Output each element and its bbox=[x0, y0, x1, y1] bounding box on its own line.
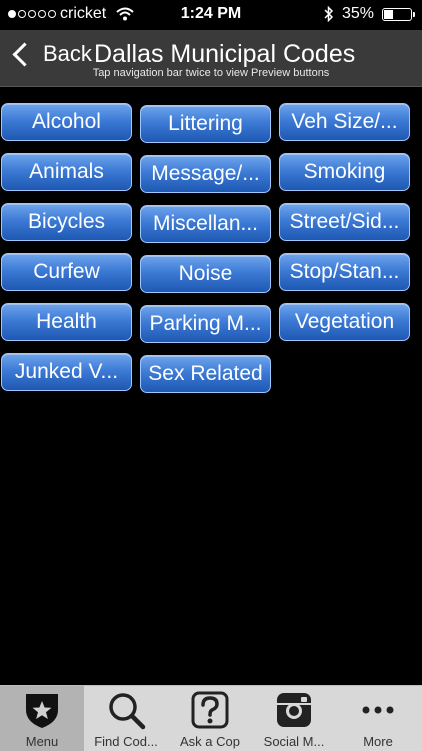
back-label: Back bbox=[43, 41, 92, 66]
category-button[interactable]: Smoking bbox=[279, 153, 410, 191]
status-right: 35% bbox=[324, 5, 415, 23]
tab-label: Social M... bbox=[263, 734, 325, 749]
tab-label: Ask a Cop bbox=[180, 734, 240, 749]
tab-menu[interactable]: Menu bbox=[0, 686, 84, 751]
instagram-icon bbox=[277, 693, 311, 727]
category-button[interactable]: Message/... bbox=[140, 155, 271, 193]
category-button[interactable]: Stop/Stan... bbox=[279, 253, 410, 291]
category-button[interactable]: Littering bbox=[140, 105, 271, 143]
category-button[interactable]: Bicycles bbox=[1, 203, 132, 241]
battery-icon bbox=[382, 7, 415, 21]
category-button[interactable]: Street/Sid... bbox=[279, 203, 410, 241]
category-button[interactable]: Noise bbox=[140, 255, 271, 293]
category-button[interactable]: Vegetation bbox=[279, 303, 410, 341]
tab-label: Menu bbox=[25, 734, 59, 749]
status-bar: cricket 1:24 PM 35% bbox=[0, 0, 422, 30]
nav-hint: Tap navigation bar twice to view Preview… bbox=[92, 67, 330, 79]
tab-label: More bbox=[363, 734, 393, 749]
magnifier-icon bbox=[109, 693, 146, 730]
category-button[interactable]: Alcohol bbox=[1, 103, 132, 141]
category-button[interactable]: Animals bbox=[1, 153, 132, 191]
tab-label: Find Cod... bbox=[94, 734, 158, 749]
bluetooth-icon bbox=[324, 6, 334, 22]
shield-star-icon bbox=[26, 694, 58, 728]
tab-find-codes[interactable]: Find Cod... bbox=[84, 686, 168, 751]
chevron-left-icon bbox=[12, 41, 37, 67]
page-title: Dallas Municipal Codes bbox=[94, 40, 356, 68]
navigation-bar[interactable]: Back Dallas Municipal Codes Tap navigati… bbox=[0, 30, 422, 87]
battery-percent: 35% bbox=[341, 5, 374, 22]
tab-social-media[interactable]: Social M... bbox=[252, 686, 336, 751]
question-icon bbox=[191, 691, 229, 729]
category-button[interactable]: Veh Size/... bbox=[279, 103, 410, 141]
tab-more[interactable]: More bbox=[336, 686, 420, 751]
category-button[interactable]: Curfew bbox=[1, 253, 132, 291]
category-button[interactable]: Parking M... bbox=[140, 305, 271, 343]
tab-ask-a-cop[interactable]: Ask a Cop bbox=[168, 686, 252, 751]
category-button[interactable]: Junked V... bbox=[1, 353, 132, 391]
category-button[interactable]: Miscellan... bbox=[140, 205, 271, 243]
back-button[interactable]: Back bbox=[10, 41, 92, 67]
category-button[interactable]: Sex Related bbox=[140, 355, 271, 393]
category-button[interactable]: Health bbox=[1, 303, 132, 341]
tab-bar: Menu Find Cod... Ask a Cop Social M... M… bbox=[0, 685, 422, 751]
more-dots-icon bbox=[362, 706, 394, 714]
